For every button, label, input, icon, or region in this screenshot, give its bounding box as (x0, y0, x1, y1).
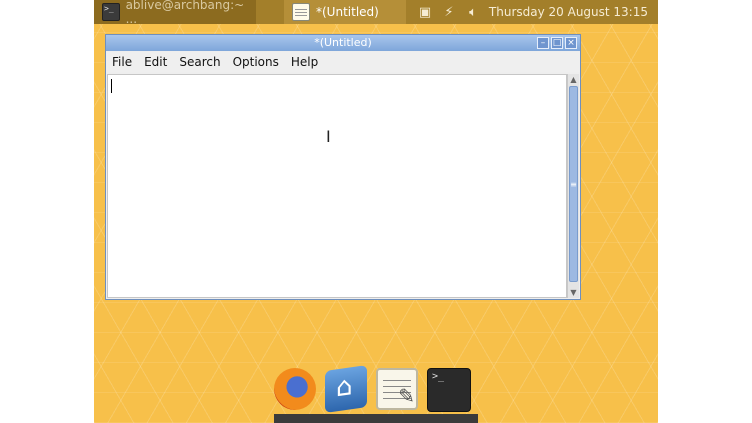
minimize-button[interactable]: – (537, 37, 549, 49)
taskbar-item-label: *(Untitled) (316, 5, 379, 19)
clock[interactable]: Thursday 20 August 13:15 (489, 0, 648, 24)
taskbar-item-label: ablive@archbang:~ ... (125, 0, 245, 26)
text-editor-icon[interactable] (376, 368, 418, 410)
volume-icon[interactable]: 🔈︎ (464, 3, 482, 21)
menu-file[interactable]: File (106, 55, 138, 69)
window-title: *(Untitled) (314, 36, 372, 49)
scrollbar-thumb[interactable]: ≡ (569, 86, 578, 282)
menu-search[interactable]: Search (173, 55, 226, 69)
terminal-icon (102, 3, 120, 21)
window-controls: – □ × (537, 37, 577, 49)
vertical-scrollbar[interactable]: ▲ ≡ ▼ (567, 74, 579, 298)
menu-bar: File Edit Search Options Help (106, 52, 580, 72)
text-caret (111, 79, 112, 93)
taskbar-item-editor[interactable]: *(Untitled) (284, 0, 406, 24)
dock (274, 365, 471, 413)
scroll-up-arrow-icon[interactable]: ▲ (568, 74, 579, 85)
text-editor-icon (292, 3, 310, 21)
top-panel: ablive@archbang:~ ... *(Untitled) ▣ ⚡ 🔈︎… (94, 0, 658, 26)
window-titlebar[interactable]: *(Untitled) – □ × (106, 35, 580, 51)
firefox-icon[interactable] (274, 368, 316, 410)
ibeam-cursor-icon: I (326, 127, 331, 146)
file-manager-icon[interactable] (325, 365, 367, 413)
display-icon[interactable]: ▣ (416, 3, 434, 21)
text-area[interactable]: I (107, 74, 567, 298)
scroll-down-arrow-icon[interactable]: ▼ (568, 287, 579, 298)
network-icon[interactable]: ⚡ (440, 3, 458, 21)
taskbar-item-terminal[interactable]: ablive@archbang:~ ... (94, 0, 256, 26)
text-editor-window: *(Untitled) – □ × File Edit Search Optio… (105, 34, 581, 300)
menu-edit[interactable]: Edit (138, 55, 173, 69)
close-button[interactable]: × (565, 37, 577, 49)
dock-bar (274, 414, 478, 423)
system-tray: ▣ ⚡ 🔈︎ (416, 3, 482, 21)
maximize-button[interactable]: □ (551, 37, 563, 49)
menu-help[interactable]: Help (285, 55, 324, 69)
terminal-icon[interactable] (427, 368, 471, 412)
desktop: ablive@archbang:~ ... *(Untitled) ▣ ⚡ 🔈︎… (94, 0, 658, 423)
menu-options[interactable]: Options (227, 55, 285, 69)
